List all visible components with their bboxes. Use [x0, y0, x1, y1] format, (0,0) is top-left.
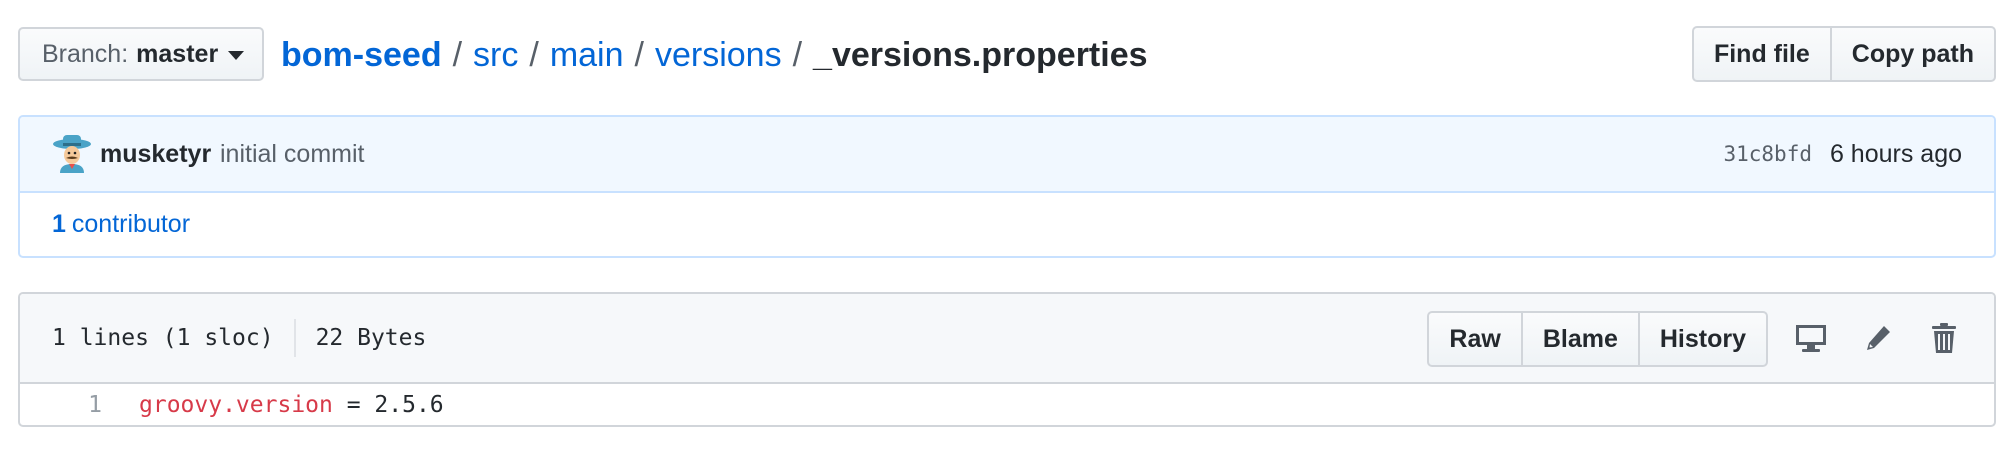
property-key: groovy.version	[139, 391, 333, 418]
breadcrumb-separator: /	[792, 35, 803, 74]
code-line: 1 groovy.version = 2.5.6	[20, 384, 1994, 425]
latest-commit-row: musketyr initial commit 31c8bfd 6 hours …	[20, 117, 1994, 193]
file-info: 1 lines (1 sloc) 22 Bytes	[52, 294, 426, 382]
caret-down-icon	[228, 50, 245, 60]
commit-sha-link[interactable]: 31c8bfd	[1723, 142, 1812, 166]
history-button[interactable]: History	[1637, 311, 1768, 367]
commit-author-link[interactable]: musketyr	[100, 140, 211, 169]
contributors-row: 1 contributor	[20, 193, 1994, 256]
breadcrumb-separator: /	[452, 35, 463, 74]
copy-path-button[interactable]: Copy path	[1829, 26, 1996, 82]
file-line-count: 1 lines (1 sloc)	[52, 325, 274, 351]
file-header: 1 lines (1 sloc) 22 Bytes Raw Blame Hist…	[20, 294, 1994, 384]
commit-time: 6 hours ago	[1829, 139, 1962, 168]
file-actions-button-group: Raw Blame History	[1427, 311, 1768, 367]
commit-message-link[interactable]: initial commit	[220, 140, 364, 169]
breadcrumb-separator: /	[634, 35, 644, 74]
cowboy-avatar[interactable]	[52, 133, 92, 173]
commit-tease: musketyr initial commit 31c8bfd 6 hours …	[18, 115, 1996, 258]
trash-icon[interactable]	[1924, 318, 1964, 358]
find-file-button[interactable]: Find file	[1691, 26, 1832, 82]
breadcrumb-repo-link[interactable]: bom-seed	[281, 36, 442, 75]
pencil-icon[interactable]	[1858, 318, 1898, 358]
breadcrumb-link-main[interactable]: main	[550, 36, 624, 75]
breadcrumb-link-versions[interactable]: versions	[655, 36, 782, 75]
file-size: 22 Bytes	[315, 325, 427, 351]
desktop-icon[interactable]	[1791, 318, 1831, 358]
blame-button[interactable]: Blame	[1520, 311, 1640, 367]
file-info-divider	[293, 319, 296, 357]
raw-button[interactable]: Raw	[1427, 311, 1523, 367]
contributor-count[interactable]: 1	[52, 210, 66, 239]
branch-select-button[interactable]: Branch: master	[18, 27, 264, 81]
breadcrumb-link-src[interactable]: src	[473, 36, 518, 75]
file-viewer: 1 lines (1 sloc) 22 Bytes Raw Blame Hist…	[18, 292, 1996, 427]
property-operator: =	[332, 391, 375, 418]
property-value: 2.5.6	[374, 391, 444, 418]
breadcrumb-current-file: _versions.properties	[813, 35, 1148, 74]
breadcrumb-separator: /	[529, 35, 539, 74]
line-number[interactable]: 1	[20, 392, 102, 418]
branch-label: Branch:	[42, 39, 129, 68]
file-nav-button-group: Find file Copy path	[1691, 26, 1996, 82]
branch-value: master	[136, 39, 219, 68]
breadcrumb: bom-seed / src / main / versions / _vers…	[281, 30, 1148, 80]
line-content: groovy.version = 2.5.6	[139, 392, 444, 418]
contributor-label[interactable]: contributor	[72, 210, 190, 239]
